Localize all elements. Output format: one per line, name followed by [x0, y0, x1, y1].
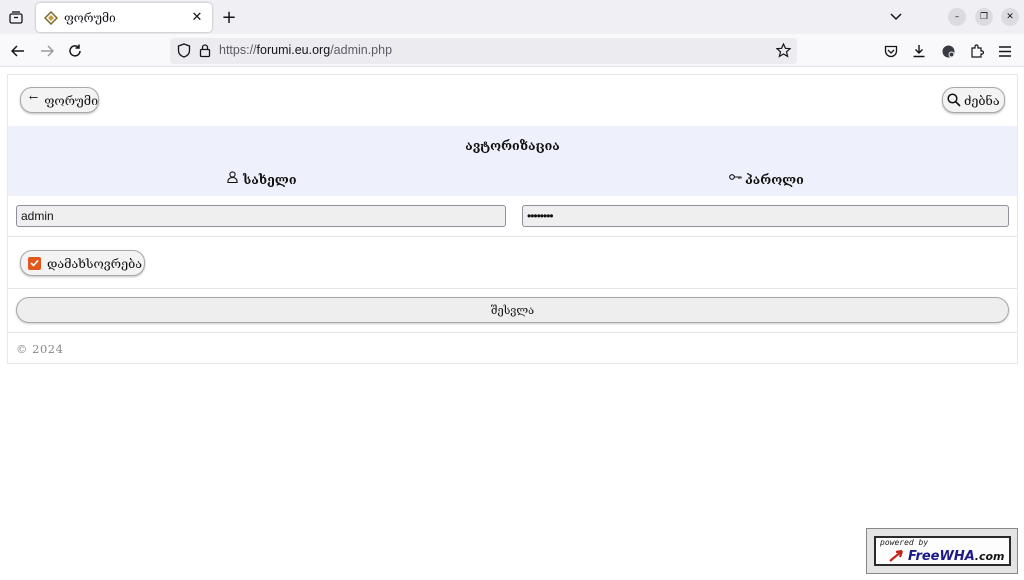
remember-me-toggle[interactable]: დამახსოვრება — [20, 250, 145, 276]
download-icon[interactable] — [907, 39, 931, 63]
window-close-icon[interactable]: ✕ — [1001, 8, 1019, 26]
navigation-bar: https://forumi.eu.org/admin.php — [0, 34, 1024, 67]
url-bar[interactable]: https://forumi.eu.org/admin.php — [170, 38, 797, 64]
search-icon — [947, 93, 961, 107]
search-button[interactable]: ძებნა — [942, 87, 1005, 113]
badge-arrow-icon — [889, 549, 904, 562]
username-input[interactable]: admin — [16, 205, 506, 227]
tab-title: ფორუმი — [64, 10, 116, 25]
new-tab-icon[interactable]: + — [218, 6, 240, 28]
bookmark-star-icon[interactable] — [776, 43, 791, 58]
login-page: ← ფორუმი ძებნა ავტორიზაცია სახელი პაროლი… — [7, 74, 1018, 364]
remember-checkbox[interactable] — [28, 256, 41, 270]
username-label: სახელი — [227, 170, 296, 187]
menu-hamburger-icon[interactable] — [993, 39, 1017, 63]
browser-tab-bar: ფორუმი ✕ + – ❐ ✕ — [0, 0, 1024, 34]
extension-globe-icon[interactable] — [936, 39, 960, 63]
back-to-forum-button[interactable]: ← ფორუმი — [20, 87, 99, 113]
browser-tab[interactable]: ფორუმი ✕ — [36, 3, 212, 32]
user-icon — [227, 170, 238, 183]
badge-brand: FreeWHA.com — [908, 549, 1005, 564]
tab-list-icon[interactable] — [4, 4, 28, 30]
lock-icon[interactable] — [199, 43, 211, 58]
url-text: https://forumi.eu.org/admin.php — [219, 43, 393, 57]
divider — [8, 332, 1017, 333]
password-label: პაროლი — [729, 172, 804, 187]
shield-icon[interactable] — [177, 43, 191, 58]
auth-header: ავტორიზაცია სახელი პაროლი — [8, 126, 1017, 196]
password-input[interactable]: •••••••• — [522, 205, 1009, 227]
chevron-down-icon[interactable] — [886, 8, 906, 26]
reload-icon[interactable] — [63, 39, 87, 63]
forward-arrow-icon[interactable] — [35, 39, 59, 63]
back-arrow-small-icon: ← — [29, 90, 39, 104]
remember-label: დამახსოვრება — [47, 255, 142, 271]
close-tab-icon[interactable]: ✕ — [190, 10, 204, 25]
badge-frame: powered by FreeWHA.com — [874, 536, 1011, 566]
powered-by-badge[interactable]: powered by FreeWHA.com — [866, 528, 1018, 574]
divider — [8, 288, 1017, 289]
back-arrow-icon[interactable] — [6, 39, 30, 63]
restore-icon[interactable]: ❐ — [975, 8, 993, 26]
key-icon — [729, 173, 742, 180]
divider — [8, 236, 1017, 237]
footer-copyright: © 2024 — [16, 342, 64, 356]
pocket-icon[interactable] — [879, 39, 903, 63]
auth-title: ავტორიზაცია — [465, 138, 560, 153]
search-label: ძებნა — [964, 92, 1000, 108]
extensions-puzzle-icon[interactable] — [965, 39, 989, 63]
site-favicon-icon — [44, 10, 58, 25]
minimize-icon[interactable]: – — [948, 8, 966, 26]
login-submit-button[interactable]: შესვლა — [16, 297, 1009, 323]
checkmark-icon — [30, 259, 39, 267]
badge-powered-by: powered by — [880, 538, 929, 547]
back-label: ფორუმი — [44, 92, 99, 108]
